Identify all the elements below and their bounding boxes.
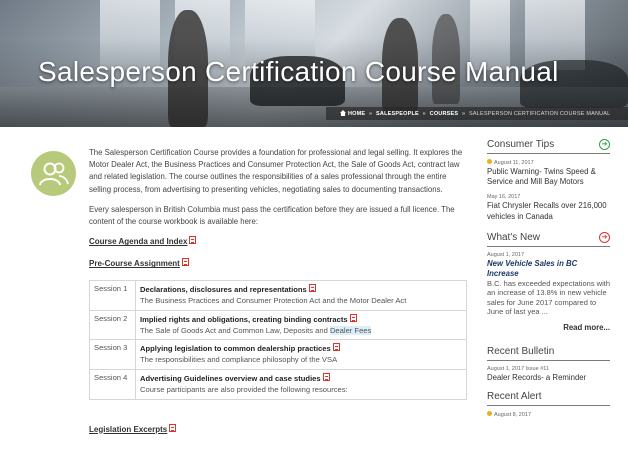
- breadcrumb-courses[interactable]: COURSES: [430, 111, 459, 117]
- tip-date: May 16, 2017: [487, 194, 521, 201]
- pdf-icon: [349, 313, 357, 322]
- session-number: Session 3: [89, 339, 136, 370]
- bulletin-date: August 1, 2017 Issue #11: [487, 366, 549, 373]
- whats-new-title: What's New: [487, 231, 541, 243]
- requirement-paragraph: Every salesperson in British Columbia mu…: [89, 204, 455, 227]
- bulletin-link[interactable]: Dealer Records- a Reminder: [487, 373, 610, 383]
- arrow-right-icon[interactable]: ➔: [599, 231, 610, 243]
- hero-banner: Salesperson Certification Course Manual …: [0, 0, 628, 127]
- session-link[interactable]: Implied rights and obligations, creating…: [140, 313, 462, 326]
- session-description: The Sale of Goods Act and Common Law, De…: [140, 325, 462, 337]
- dealer-fees-highlight: Dealer Fees: [329, 325, 372, 335]
- pdf-icon: [332, 343, 340, 352]
- main-content: The Salesperson Certification Course pro…: [89, 147, 469, 446]
- breadcrumb: HOME » SALESPEOPLE » COURSES » SALESPERS…: [326, 107, 628, 120]
- session-number: Session 1: [89, 280, 136, 311]
- session-description: Course participants are also provided th…: [140, 384, 348, 394]
- course-agenda-link[interactable]: Course Agenda and Index: [89, 236, 469, 246]
- breadcrumb-separator: »: [461, 111, 466, 117]
- tip-date: August 11, 2017: [487, 159, 610, 166]
- tip-link[interactable]: Fiat Chrysler Recalls over 216,000 vehic…: [487, 201, 610, 221]
- pdf-icon: [308, 284, 316, 293]
- news-title[interactable]: New Vehicle Sales in BC Increase: [487, 259, 610, 279]
- consumer-tips-heading: Consumer Tips ➔: [487, 139, 610, 154]
- arrow-right-icon[interactable]: ➔: [599, 139, 610, 150]
- breadcrumb-separator: »: [422, 111, 426, 117]
- news-body: B.C. has exceeded expectations with an i…: [487, 278, 610, 317]
- session-number: Session 4: [89, 369, 136, 400]
- intro-paragraph: The Salesperson Certification Course pro…: [89, 148, 463, 194]
- recent-alert-heading: Recent Alert: [487, 391, 610, 406]
- legislation-excerpts-link[interactable]: Legislation Excerpts: [89, 423, 469, 434]
- pdf-icon: [189, 236, 197, 245]
- breadcrumb-current: SALESPERSON CERTIFICATION COURSE MANUAL: [468, 111, 611, 117]
- course-agenda-label: Course Agenda and Index: [89, 237, 188, 247]
- session-title: Implied rights and obligations, creating…: [140, 314, 348, 324]
- page-title: Salesperson Certification Course Manual: [38, 56, 559, 87]
- pdf-icon: [322, 373, 330, 381]
- table-row: Session 3 Applying legislation to common…: [89, 339, 467, 370]
- pdf-icon: [169, 423, 177, 432]
- table-row: Session 2 Implied rights and obligations…: [89, 309, 467, 341]
- session-cell: Advertising Guidelines overview and case…: [135, 369, 467, 400]
- home-icon[interactable]: [340, 110, 346, 116]
- whats-new-heading: What's New ➔: [487, 231, 610, 247]
- sidebar: Consumer Tips ➔ August 11, 2017 Public W…: [487, 139, 610, 419]
- session-description: The responsibilities and compliance phil…: [140, 355, 338, 365]
- breadcrumb-salespeople[interactable]: SALESPEOPLE: [376, 111, 419, 117]
- table-row: Session 4 Advertising Guidelines overvie…: [89, 369, 467, 400]
- alert-dot-icon: [487, 410, 492, 416]
- pre-course-label: Pre-Course Assignment: [89, 259, 180, 269]
- legislation-label: Legislation Excerpts: [89, 424, 168, 434]
- alert-dot-icon: [487, 159, 492, 164]
- breadcrumb-home[interactable]: HOME: [348, 111, 365, 117]
- session-title: Advertising Guidelines overview and case…: [140, 374, 321, 383]
- alert-date: August 8, 2017: [487, 410, 610, 418]
- session-cell: Implied rights and obligations, creating…: [135, 309, 467, 341]
- tip-link[interactable]: Public Warning- Twins Speed & Service an…: [487, 167, 610, 187]
- table-row: Session 1 Declarations, disclosures and …: [89, 280, 467, 311]
- session-title: Declarations, disclosures and representa…: [140, 285, 307, 295]
- session-title: Applying legislation to common dealershi…: [140, 344, 331, 354]
- session-link[interactable]: Declarations, disclosures and representa…: [140, 284, 462, 296]
- breadcrumb-separator: »: [369, 111, 373, 117]
- read-more-link[interactable]: Read more...: [487, 323, 610, 332]
- session-cell: Applying legislation to common dealershi…: [135, 339, 467, 370]
- session-link[interactable]: Applying legislation to common dealershi…: [140, 343, 462, 355]
- session-number: Session 2: [89, 309, 136, 341]
- sessions-table: Session 1 Declarations, disclosures and …: [89, 280, 467, 400]
- recent-bulletin-heading: Recent Bulletin: [487, 346, 610, 362]
- news-date: August 1, 2017: [487, 251, 525, 258]
- session-description: The Business Practices and Consumer Prot…: [140, 296, 407, 306]
- salespeople-avatar-icon: [31, 151, 76, 196]
- pdf-icon: [181, 258, 189, 267]
- pre-course-assignment-link[interactable]: Pre-Course Assignment: [89, 258, 469, 268]
- session-link[interactable]: Advertising Guidelines overview and case…: [140, 373, 462, 385]
- consumer-tips-title: Consumer Tips: [487, 139, 555, 150]
- session-cell: Declarations, disclosures and representa…: [135, 280, 467, 311]
- session-description-text: The Sale of Goods Act and Common Law, De…: [140, 325, 330, 335]
